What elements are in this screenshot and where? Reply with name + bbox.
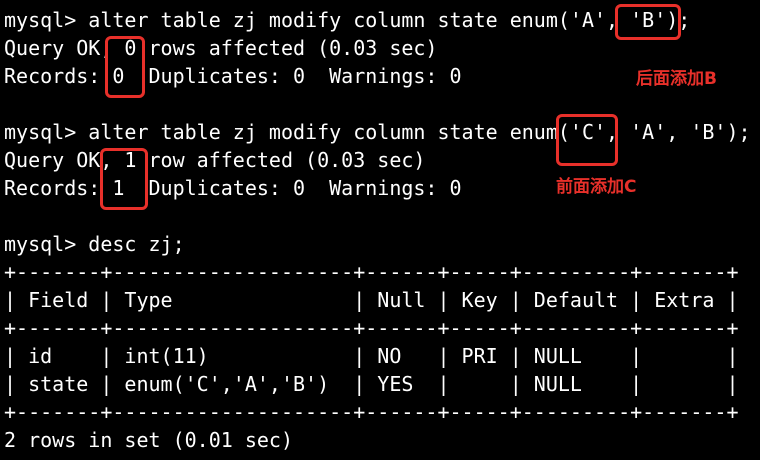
table-border-middle: +-------+--------------------+------+---… <box>4 316 739 340</box>
output-query-ok-2: Query OK, 1 row affected (0.03 sec) <box>4 148 426 172</box>
command-line-alter-prepend: mysql> alter table zj modify column stat… <box>4 120 751 144</box>
table-border-bottom: +-------+--------------------+------+---… <box>4 400 739 424</box>
output-records-2: Records: 1 Duplicates: 0 Warnings: 0 <box>4 176 462 200</box>
table-header-row: | Field | Type | Null | Key | Default | … <box>4 288 739 312</box>
table-row: | state | enum('C','A','B') | YES | | NU… <box>4 372 739 396</box>
command-line-alter-append: mysql> alter table zj modify column stat… <box>4 8 691 32</box>
table-border-top: +-------+--------------------+------+---… <box>4 260 739 284</box>
table-row: | id | int(11) | NO | PRI | NULL | | <box>4 344 739 368</box>
output-records-1: Records: 0 Duplicates: 0 Warnings: 0 <box>4 64 462 88</box>
highlight-box-zero-count <box>105 36 145 98</box>
annotation-append-b: 后面添加B <box>636 69 717 89</box>
command-line-desc: mysql> desc zj; <box>4 232 185 256</box>
highlight-box-one-count <box>100 148 148 210</box>
highlight-box-b <box>615 4 681 40</box>
annotation-prepend-c: 前面添加C <box>556 177 637 197</box>
output-query-ok-1: Query OK, 0 rows affected (0.03 sec) <box>4 36 438 60</box>
terminal-window[interactable]: mysql> alter table zj modify column stat… <box>0 0 760 460</box>
highlight-box-c <box>556 114 618 166</box>
output-rows-in-set: 2 rows in set (0.01 sec) <box>4 428 293 452</box>
